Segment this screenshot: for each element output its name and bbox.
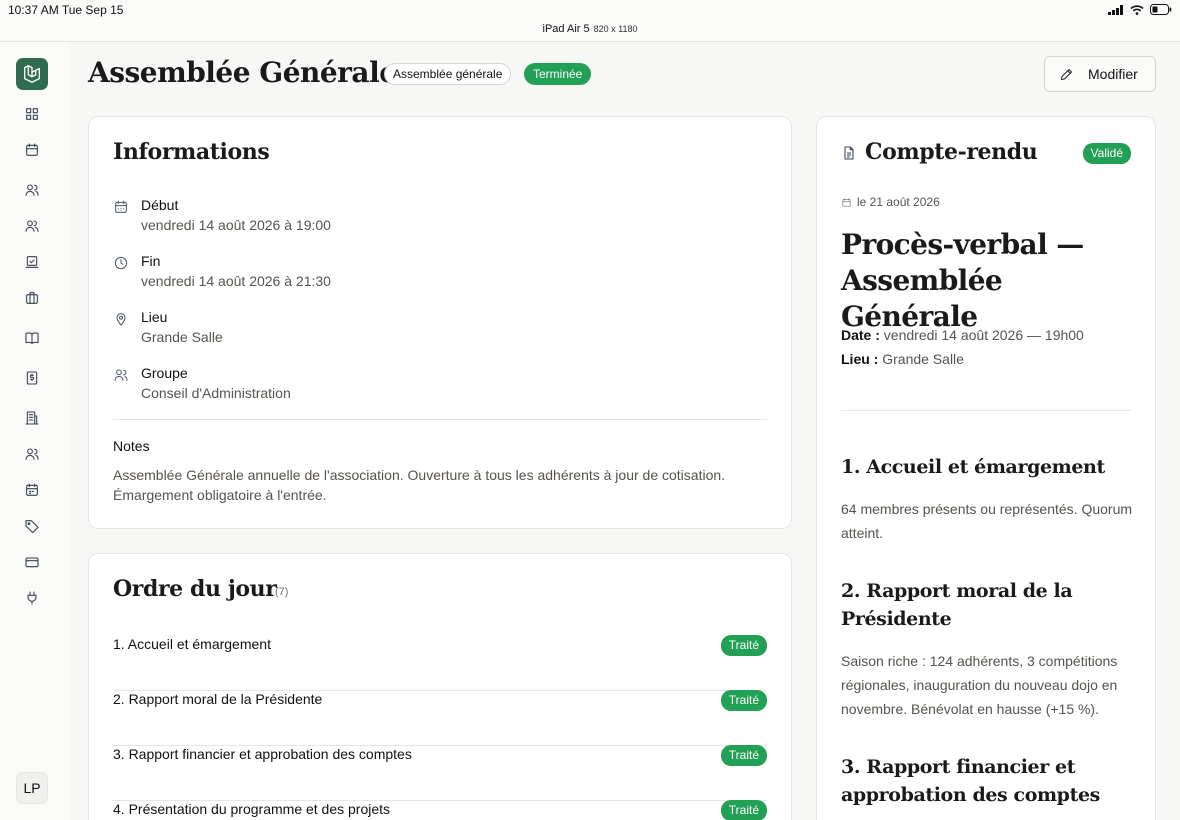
minutes-section-title: 2. Rapport moral de la Présidente (841, 580, 1073, 630)
info-value: Grande Salle (141, 329, 223, 345)
page-title: Assemblée Générale (88, 56, 397, 89)
agenda-status-badge: Traité (720, 800, 767, 820)
sidebar: LP (0, 42, 70, 820)
finance-icon[interactable] (22, 368, 42, 388)
agenda-item-label: 4. Présentation du programme et des proj… (113, 801, 391, 817)
agenda-title: Ordre du jour (113, 576, 277, 602)
minutes-title: Compte-rendu (865, 139, 1038, 165)
notes-label: Notes (113, 438, 150, 454)
calendar-icon (113, 199, 129, 215)
information-title: Informations (113, 139, 270, 165)
pencil-icon (1061, 68, 1072, 80)
device-name: iPad Air 5 (542, 23, 590, 35)
date-label: Date : (841, 327, 880, 343)
minutes-section-body: Saison riche : 124 adhérents, 3 compétit… (841, 653, 1118, 717)
briefcase-icon[interactable] (22, 288, 42, 308)
agenda-item[interactable]: 1. Accueil et émargement Traité (113, 635, 767, 691)
device-label: iPad Air 5 820 x 1180 (0, 23, 1180, 35)
agenda-item[interactable]: 2. Rapport moral de la Présidente Traité (113, 690, 767, 746)
minutes-date: le 21 août 2026 (841, 195, 940, 209)
dashboard-icon[interactable] (22, 104, 42, 124)
users-icon (113, 367, 129, 383)
signal-icon (1108, 4, 1123, 15)
divider (841, 410, 1131, 411)
event-type-tag: Assemblée générale (384, 63, 512, 85)
clock-icon (113, 255, 129, 271)
place-value: Grande Salle (882, 351, 964, 367)
calendar-icon (842, 197, 851, 207)
agenda-status-badge: Traité (720, 635, 767, 656)
agenda-status-badge: Traité (720, 745, 767, 766)
calendar-icon[interactable] (22, 140, 42, 160)
info-label: Début (141, 197, 179, 213)
info-label: Fin (141, 253, 161, 269)
plug-icon[interactable] (22, 588, 42, 608)
building-icon[interactable] (22, 408, 42, 428)
info-label: Groupe (141, 365, 188, 381)
place-label: Lieu : (841, 351, 879, 367)
info-label: Lieu (141, 309, 168, 325)
date-value: vendredi 14 août 2026 — 19h00 (883, 327, 1084, 343)
info-value: vendredi 14 août 2026 à 19:00 (141, 217, 331, 233)
app-logo[interactable] (16, 58, 48, 90)
book-icon[interactable] (22, 328, 42, 348)
event-status-badge: Terminée (524, 63, 592, 85)
info-value: Conseil d'Administration (141, 385, 291, 401)
tag-icon[interactable] (22, 516, 42, 536)
logo-icon (23, 65, 41, 83)
edit-button[interactable]: Modifier (1044, 56, 1156, 92)
map-pin-icon (113, 311, 129, 327)
device-dims: 820 x 1180 (593, 24, 638, 34)
agenda-card: Ordre du jour (7) 1. Accueil et émargeme… (88, 553, 792, 820)
agenda-count: (7) (275, 586, 289, 598)
status-icons (1108, 4, 1172, 15)
agenda-item-label: 2. Rapport moral de la Présidente (113, 691, 323, 707)
minutes-section-body: 64 membres présents ou représentés. Quor… (841, 501, 1133, 541)
attendance-icon[interactable] (22, 252, 42, 272)
members-icon[interactable] (22, 444, 42, 464)
information-card: Informations Début vendredi 14 août 2026… (88, 116, 792, 529)
user-avatar[interactable]: LP (16, 772, 48, 804)
users-icon[interactable] (22, 180, 42, 200)
card-icon[interactable] (22, 552, 42, 572)
document-icon (844, 146, 854, 160)
minutes-card: Compte-rendu Validé le 21 août 2026 Proc… (816, 116, 1156, 820)
minutes-section-title: 3. Rapport financier et approbation des … (841, 756, 1100, 806)
minutes-heading: Procès-verbal — Assemblée Générale (841, 228, 1084, 333)
calendar-alt-icon[interactable] (22, 480, 42, 500)
agenda-item[interactable]: 4. Présentation du programme et des proj… (113, 800, 767, 820)
minutes-section-title: 1. Accueil et émargement (841, 456, 1105, 478)
minutes-date-text: le 21 août 2026 (857, 195, 940, 209)
agenda-item-label: 1. Accueil et émargement (113, 636, 271, 652)
minutes-date-line: Date : vendredi 14 août 2026 — 19h00 (841, 327, 1084, 343)
divider (113, 419, 767, 420)
agenda-item-label: 3. Rapport financier et approbation des … (113, 746, 412, 762)
edit-button-label: Modifier (1088, 66, 1138, 82)
agenda-item[interactable]: 3. Rapport financier et approbation des … (113, 745, 767, 801)
minutes-place-line: Lieu : Grande Salle (841, 351, 964, 367)
agenda-status-badge: Traité (720, 690, 767, 711)
notes-text: Assemblée Générale annuelle de l'associa… (113, 467, 726, 503)
minutes-status-badge: Validé (1082, 143, 1131, 164)
status-bar: 10:37 AM Tue Sep 15 iPad Air 5 820 x 1180 (0, 0, 1180, 42)
wifi-icon (1130, 4, 1144, 15)
status-time: 10:37 AM Tue Sep 15 (8, 3, 124, 17)
battery-icon (1150, 4, 1172, 15)
info-value: vendredi 14 août 2026 à 21:30 (141, 273, 331, 289)
team-icon[interactable] (22, 216, 42, 236)
